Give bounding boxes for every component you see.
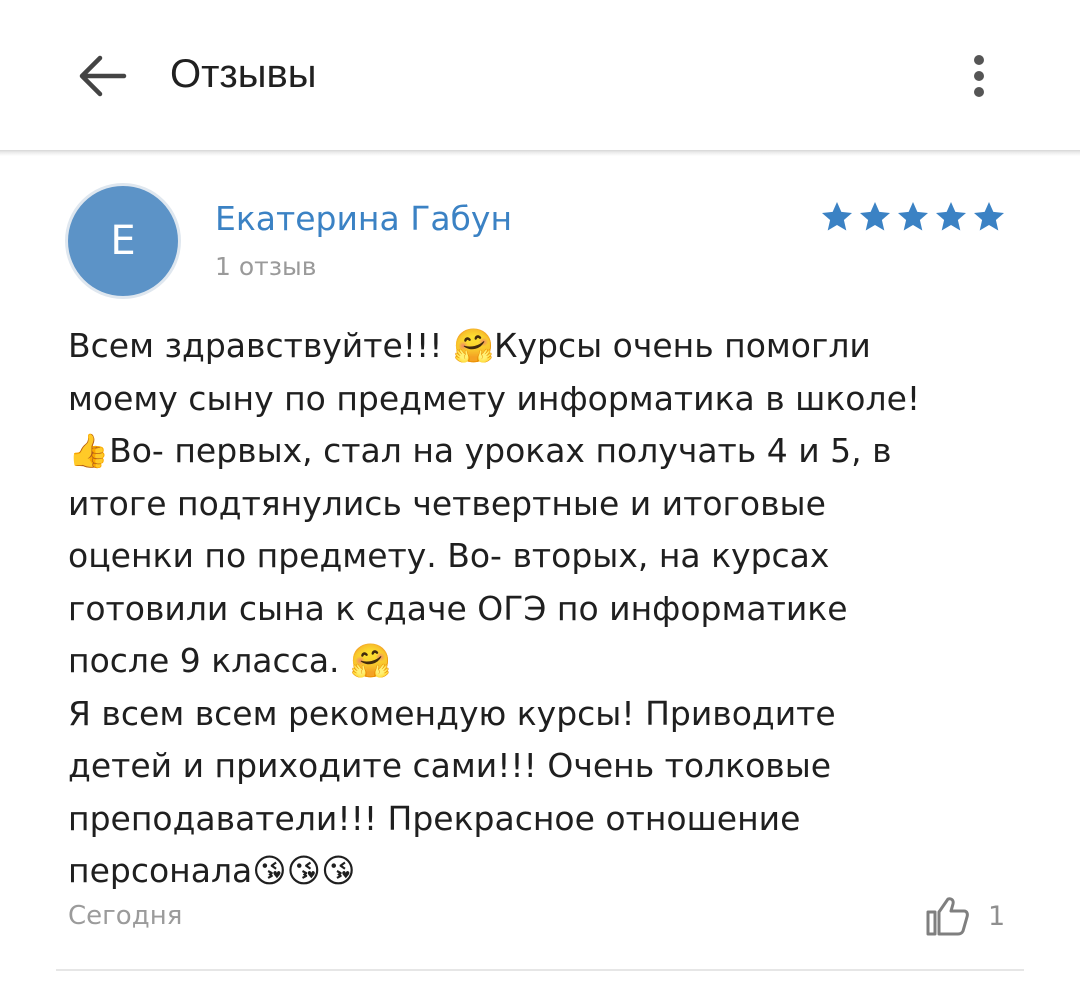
avatar-initial: Е — [110, 218, 136, 264]
rating-stars — [818, 199, 1008, 235]
review-divider — [56, 969, 1024, 971]
page-title: Отзывы — [170, 52, 317, 96]
more-vertical-icon-dot-3 — [974, 87, 984, 97]
author-review-count: 1 отзыв — [215, 252, 317, 281]
like-button[interactable]: 1 — [924, 888, 1005, 944]
more-vertical-icon-dot-2 — [974, 71, 984, 81]
review-date: Сегодня — [68, 901, 183, 931]
star-icon — [936, 202, 966, 231]
avatar[interactable]: Е — [68, 186, 178, 296]
thumbs-up-icon — [926, 897, 969, 936]
more-vertical-icon — [974, 55, 984, 65]
star-icon — [898, 202, 928, 231]
back-button[interactable] — [66, 40, 138, 112]
star-icon — [974, 202, 1004, 231]
arrow-left-icon — [79, 55, 127, 97]
more-options-button[interactable] — [950, 40, 1008, 112]
app-bar-divider — [0, 150, 1080, 156]
like-count: 1 — [988, 900, 1006, 932]
app-bar: Отзывы — [0, 0, 1080, 150]
star-icon — [822, 202, 852, 231]
review-text: Всем здравствуйте!!! 🤗Курсы очень помогл… — [68, 326, 921, 890]
star-icon — [860, 202, 890, 231]
author-name[interactable]: Екатерина Габун — [215, 197, 512, 241]
